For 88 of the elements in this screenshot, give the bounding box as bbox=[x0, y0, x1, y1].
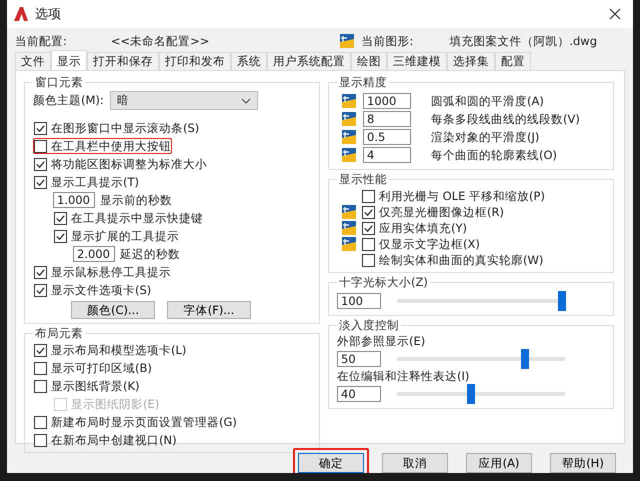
tab[interactable]: 绘图 bbox=[351, 52, 387, 70]
dialog-button[interactable]: 确定 bbox=[298, 453, 364, 473]
checkbox-option[interactable]: 显示可打印区域(B) bbox=[33, 360, 153, 376]
app-logo-icon bbox=[13, 6, 29, 22]
drawing-value: 填充图案文件（阿凯）.dwg bbox=[449, 34, 597, 48]
group-title: 十字光标大小(Z) bbox=[338, 275, 429, 289]
group-title: 显示精度 bbox=[338, 75, 388, 89]
caret-icon bbox=[240, 98, 251, 104]
checkbox-option[interactable]: 显示布局和模型选项卡(L) bbox=[33, 342, 188, 358]
checkbox-option[interactable]: 绘制实体和曲面的真实轮廓(W) bbox=[361, 252, 544, 268]
checkbox-option[interactable]: 显示文件选项卡(S) bbox=[33, 282, 152, 298]
drawing-file-icon bbox=[341, 111, 357, 127]
slider-label: 外部参照显示(E) bbox=[337, 334, 426, 349]
dialog-button[interactable]: 取消 bbox=[382, 453, 448, 473]
checkbox-option[interactable]: 应用实体填充(Y) bbox=[361, 220, 468, 236]
checkbox-option[interactable]: 在图形窗口中显示滚动条(S) bbox=[33, 120, 200, 136]
seconds-field[interactable]: 2.000 bbox=[73, 246, 115, 262]
checkbox-option[interactable]: 显示图纸背景(K) bbox=[33, 378, 141, 394]
tab[interactable]: 显示 bbox=[51, 50, 87, 70]
checkbox-option[interactable]: 在新布局中创建视口(N) bbox=[33, 432, 178, 448]
tab[interactable]: 打印和发布 bbox=[159, 52, 231, 70]
field-label: 每条多段线曲线的线段数(V) bbox=[431, 112, 580, 126]
checkbox-option[interactable]: 利用光栅与 OLE 平移和缩放(P) bbox=[361, 188, 546, 204]
tab[interactable]: 用户系统配置 bbox=[267, 52, 351, 70]
slider-label: 在位编辑和注释性表达(I) bbox=[337, 369, 470, 384]
field-label: 圆弧和圆的平滑度(A) bbox=[431, 94, 544, 108]
checkbox-option[interactable]: 仅显示文字边框(X) bbox=[361, 236, 481, 252]
checkbox-option[interactable]: 仅亮显光栅图像边框(R) bbox=[361, 204, 505, 220]
close-icon[interactable] bbox=[609, 8, 621, 20]
dialog-button[interactable]: 颜色(C)... bbox=[71, 301, 155, 319]
check-icon bbox=[35, 122, 46, 134]
field-label: 每个曲面的轮廓素线(O) bbox=[431, 148, 558, 162]
checkbox-option[interactable]: 显示工具提示(T) bbox=[33, 174, 140, 190]
value-field[interactable]: 4 bbox=[363, 147, 411, 163]
checkbox-option[interactable]: 将功能区图标调整为标准大小 bbox=[33, 156, 208, 172]
tab[interactable]: 文件 bbox=[15, 52, 51, 70]
field-label: 延迟的秒数 bbox=[120, 246, 180, 262]
group-title: 窗口元素 bbox=[34, 75, 84, 89]
theme-dropdown[interactable]: 暗 bbox=[110, 91, 258, 110]
tab[interactable]: 系统 bbox=[231, 52, 267, 70]
drawing-file-icon bbox=[341, 236, 357, 252]
tab[interactable]: 配置 bbox=[495, 52, 531, 70]
group-title: 淡入度控制 bbox=[338, 318, 400, 332]
window-title: 选项 bbox=[35, 6, 61, 22]
drawing-file-icon bbox=[341, 220, 357, 236]
tab[interactable]: 三维建模 bbox=[387, 52, 447, 70]
check-icon bbox=[35, 158, 46, 170]
drawing-file-icon bbox=[341, 93, 357, 109]
drawing-file-icon bbox=[339, 33, 356, 49]
group-title: 布局元素 bbox=[34, 326, 84, 340]
check-icon bbox=[35, 266, 46, 278]
drawing-file-icon bbox=[341, 129, 357, 145]
check-icon bbox=[35, 284, 46, 296]
group-title: 显示性能 bbox=[338, 172, 388, 186]
profile-label: 当前配置: bbox=[15, 34, 67, 48]
seconds-field[interactable]: 1.000 bbox=[53, 192, 95, 208]
check-icon bbox=[35, 176, 46, 188]
checkbox-option[interactable]: 在工具提示中显示快捷键 bbox=[53, 210, 204, 226]
slider-thumb[interactable] bbox=[520, 349, 529, 369]
check-icon bbox=[35, 344, 46, 356]
dialog-button[interactable]: 字体(F)... bbox=[167, 301, 251, 319]
tab[interactable]: 打开和保存 bbox=[87, 52, 159, 70]
field-label: 渲染对象的平滑度(J) bbox=[431, 130, 540, 144]
value-field[interactable]: 0.5 bbox=[363, 129, 411, 145]
profile-value: <<未命名配置>> bbox=[110, 34, 210, 48]
check-icon bbox=[363, 222, 374, 234]
value-field[interactable]: 40 bbox=[337, 386, 381, 402]
value-field[interactable]: 1000 bbox=[363, 93, 411, 109]
value-field[interactable]: 50 bbox=[337, 351, 381, 367]
check-icon bbox=[363, 206, 374, 218]
drawing-file-icon bbox=[341, 147, 357, 163]
drawing-label: 当前图形: bbox=[361, 34, 414, 48]
checkbox-option[interactable]: 显示扩展的工具提示 bbox=[53, 228, 180, 244]
slider-thumb[interactable] bbox=[558, 291, 566, 311]
checkbox-option[interactable]: 在工具栏中使用大按钮 bbox=[33, 138, 172, 154]
value-field[interactable]: 8 bbox=[363, 111, 411, 127]
tab[interactable]: 选择集 bbox=[447, 52, 495, 70]
field-label: 显示前的秒数 bbox=[100, 192, 172, 208]
slider-thumb[interactable] bbox=[466, 384, 475, 404]
theme-label: 颜色主题(M): bbox=[33, 93, 104, 108]
check-icon bbox=[55, 230, 66, 242]
checkbox-option[interactable]: 显示鼠标悬停工具提示 bbox=[33, 264, 172, 280]
dialog-button[interactable]: 应用(A) bbox=[466, 453, 532, 473]
checkbox-option[interactable]: 新建布局时显示页面设置管理器(G) bbox=[33, 414, 238, 430]
dialog-button[interactable]: 帮助(H) bbox=[550, 453, 616, 473]
check-icon bbox=[55, 212, 66, 224]
drawing-file-icon bbox=[341, 204, 357, 220]
value-field[interactable]: 100 bbox=[337, 293, 381, 309]
